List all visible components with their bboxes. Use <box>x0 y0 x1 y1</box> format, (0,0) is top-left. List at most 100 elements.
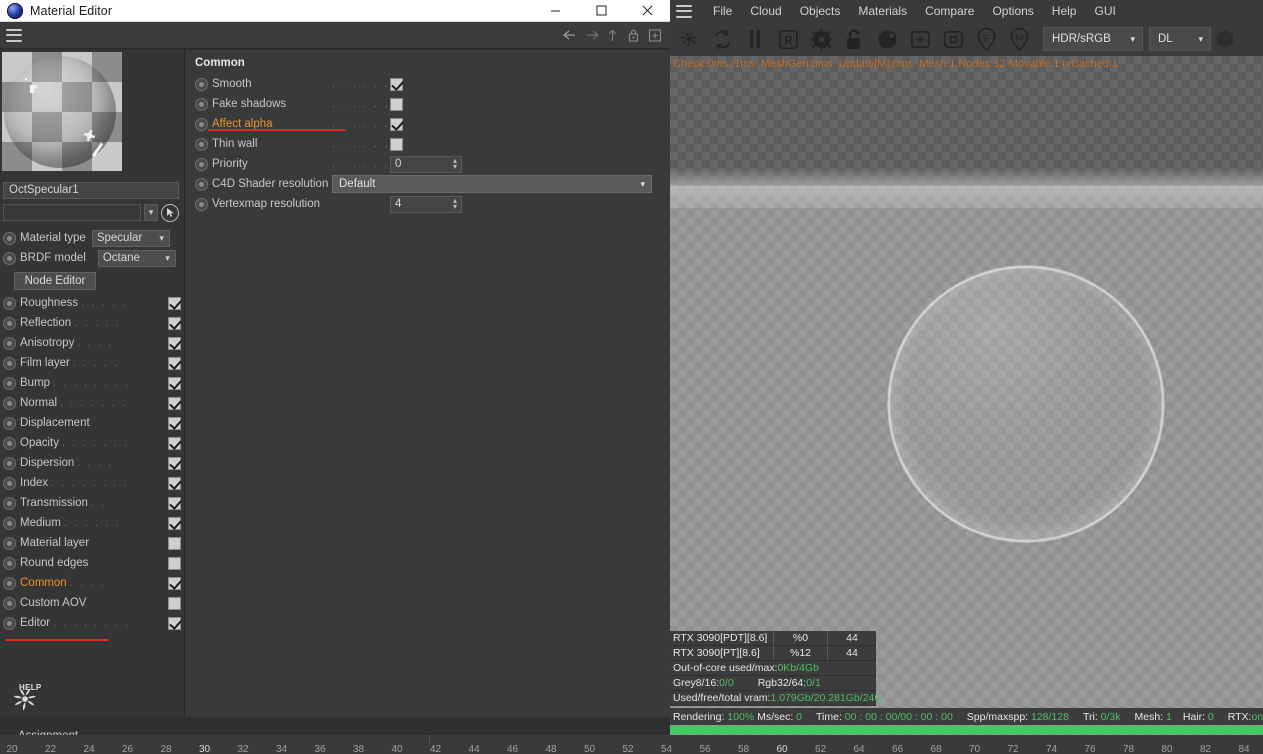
search-input[interactable] <box>3 204 141 221</box>
row-checkbox[interactable] <box>390 117 403 131</box>
region-render-icon[interactable]: R <box>773 24 803 54</box>
focus-pin-icon[interactable]: F <box>971 24 1001 54</box>
brdf-model-select[interactable]: Octane ▾ <box>97 249 176 267</box>
menu-item-file[interactable]: File <box>704 0 741 22</box>
octane-render-icon[interactable] <box>674 24 704 54</box>
render-viewport[interactable]: Check:0ms./1ms. MeshGen:0ms. Update[M]:0… <box>670 56 1263 736</box>
radio-icon[interactable] <box>3 556 16 570</box>
channel-checkbox[interactable] <box>168 616 181 630</box>
common-row[interactable]: Thin wall . . . . . . . . . <box>195 134 670 154</box>
channel-row[interactable]: Bump. . . . . . . . <box>0 373 185 393</box>
add-region-icon[interactable] <box>905 24 935 54</box>
channel-checkbox[interactable] <box>168 516 181 530</box>
channel-row[interactable]: Normal. . . . . . . <box>0 393 185 413</box>
hamburger-icon[interactable] <box>6 28 22 42</box>
add-panel-icon[interactable] <box>645 26 664 45</box>
radio-icon[interactable] <box>3 576 16 590</box>
radio-icon[interactable] <box>3 416 16 430</box>
channel-checkbox[interactable] <box>168 576 181 590</box>
menu-item-objects[interactable]: Objects <box>791 0 850 22</box>
up-arrow-icon[interactable] <box>603 26 622 45</box>
menu-item-help[interactable]: Help <box>1043 0 1086 22</box>
channel-checkbox[interactable] <box>168 496 181 510</box>
color-swatch-icon[interactable] <box>1214 24 1236 54</box>
radio-icon[interactable] <box>195 157 208 171</box>
material-pin-icon[interactable]: M <box>1004 24 1034 54</box>
radio-icon[interactable] <box>3 456 16 470</box>
channel-row[interactable]: Displacement <box>0 413 185 433</box>
chevron-down-icon[interactable]: ▾ <box>144 204 158 221</box>
pause-icon[interactable] <box>740 24 770 54</box>
channel-row[interactable]: Opacity. . . . . . . <box>0 433 185 453</box>
radio-icon[interactable] <box>3 596 16 610</box>
channel-row[interactable]: Editor. . . . . . . . <box>0 613 185 633</box>
radio-icon[interactable] <box>195 97 208 111</box>
channel-checkbox[interactable] <box>168 336 181 350</box>
radio-icon[interactable] <box>195 137 208 151</box>
close-icon[interactable] <box>624 0 670 22</box>
channel-checkbox[interactable] <box>168 296 181 310</box>
radio-icon[interactable] <box>3 396 16 410</box>
material-name-field[interactable]: OctSpecular1 <box>3 182 179 199</box>
channel-row[interactable]: Reflection. . . . . <box>0 313 185 333</box>
channel-checkbox[interactable] <box>168 456 181 470</box>
channel-row[interactable]: Anisotropy. . . . <box>0 333 185 353</box>
common-row[interactable]: Fake shadows . . . . . . <box>195 94 670 114</box>
channel-checkbox[interactable] <box>168 556 181 570</box>
radio-icon[interactable] <box>3 336 16 350</box>
radio-icon[interactable] <box>195 77 208 91</box>
menu-item-gui[interactable]: GUI <box>1085 0 1124 22</box>
row-spinner[interactable]: 4 ▴ ▾ <box>390 195 462 213</box>
common-row[interactable]: Smooth . . . . . . . . . . <box>195 74 670 94</box>
menu-item-options[interactable]: Options <box>983 0 1042 22</box>
channel-row[interactable]: Custom AOV <box>0 593 185 613</box>
material-type-select[interactable]: Specular ▾ <box>91 229 170 247</box>
channel-checkbox[interactable] <box>168 536 181 550</box>
menu-item-compare[interactable]: Compare <box>916 0 983 22</box>
channel-checkbox[interactable] <box>168 316 181 330</box>
minimize-icon[interactable] <box>532 0 578 22</box>
channel-row[interactable]: Dispersion. . . . <box>0 453 185 473</box>
lock-icon[interactable] <box>624 26 643 45</box>
crop-region-icon[interactable] <box>938 24 968 54</box>
radio-icon[interactable] <box>195 197 208 211</box>
radio-icon[interactable] <box>3 496 16 510</box>
restart-render-icon[interactable] <box>707 24 737 54</box>
row-checkbox[interactable] <box>390 137 403 151</box>
forward-arrow-icon[interactable] <box>582 26 601 45</box>
common-row[interactable]: Affect alpha. . . . . . . <box>195 114 670 134</box>
kernel-select[interactable]: DL ▾ <box>1149 27 1211 51</box>
channel-checkbox[interactable] <box>168 396 181 410</box>
channel-checkbox[interactable] <box>168 356 181 370</box>
radio-icon[interactable] <box>3 356 16 370</box>
channel-row[interactable]: Transmission. . <box>0 493 185 513</box>
row-checkbox[interactable] <box>390 77 403 91</box>
maximize-icon[interactable] <box>578 0 624 22</box>
row-spinner[interactable]: 0 ▴ ▾ <box>390 155 462 173</box>
row-checkbox[interactable] <box>390 97 403 111</box>
channel-checkbox[interactable] <box>168 436 181 450</box>
response-select[interactable]: HDR/sRGB ▾ <box>1043 27 1143 51</box>
common-row[interactable]: Priority . . . . . . . . . . 0 ▴▾ <box>195 154 670 174</box>
channel-checkbox[interactable] <box>168 476 181 490</box>
menu-item-materials[interactable]: Materials <box>849 0 916 22</box>
spinner-arrows-icon[interactable]: ▴ ▾ <box>453 196 457 210</box>
radio-icon[interactable] <box>3 296 16 310</box>
channel-checkbox[interactable] <box>168 416 181 430</box>
radio-icon[interactable] <box>3 376 16 390</box>
lighting-sphere-icon[interactable] <box>872 24 902 54</box>
brdf-model-row[interactable]: BRDF model Octane ▾ <box>0 248 185 268</box>
channel-row[interactable]: Roughness. . . . . <box>0 293 185 313</box>
channel-row[interactable]: Common. . . . <box>0 573 185 593</box>
channel-checkbox[interactable] <box>168 596 181 610</box>
material-preview[interactable] <box>2 52 122 171</box>
channel-row[interactable]: Index. . . . . . . . <box>0 473 185 493</box>
radio-icon[interactable] <box>3 476 16 490</box>
channel-row[interactable]: Material layer <box>0 533 185 553</box>
radio-icon[interactable] <box>3 316 16 330</box>
radio-icon[interactable] <box>3 616 16 630</box>
channel-row[interactable]: Round edges <box>0 553 185 573</box>
eyedropper-icon[interactable] <box>161 203 179 222</box>
back-arrow-icon[interactable] <box>561 26 580 45</box>
radio-icon[interactable] <box>3 231 16 245</box>
